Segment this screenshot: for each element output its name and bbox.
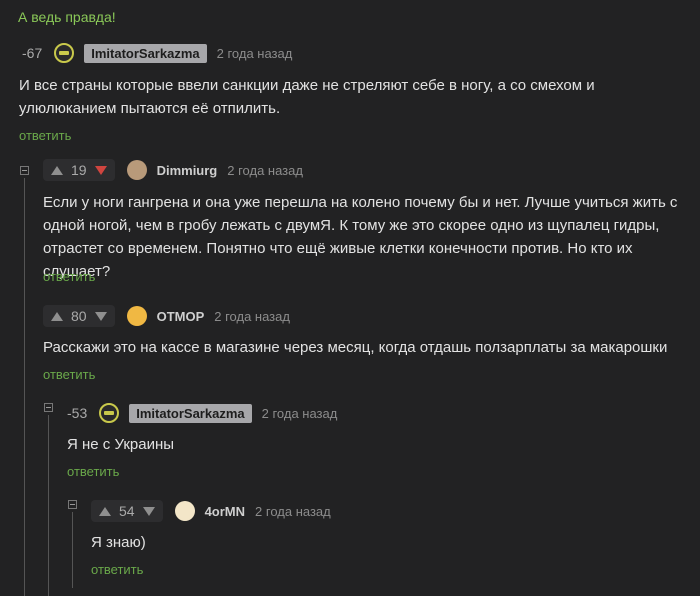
comment-score: 19: [71, 162, 87, 178]
parent-post-link[interactable]: А ведь правда!: [18, 9, 116, 25]
avatar-icon: [104, 411, 115, 415]
user-avatar[interactable]: [99, 403, 120, 423]
vote-control: 19: [43, 159, 115, 181]
comment-text: Если у ноги гангрена и она уже перешла н…: [43, 194, 678, 280]
author-name[interactable]: ImitatorSarkazma: [129, 403, 252, 423]
comment-header: 54 4orMN 2 года назад: [91, 499, 331, 523]
comment-header: 19 Dimmiurg 2 года назад: [43, 158, 303, 182]
vote-control: 80: [43, 305, 115, 327]
author-name[interactable]: 4orMN: [205, 504, 245, 519]
user-avatar[interactable]: [54, 43, 75, 63]
user-avatar[interactable]: [174, 501, 195, 521]
vote-control: 54: [91, 500, 163, 522]
comment-score: -53: [67, 405, 88, 421]
author-name[interactable]: Dimmiurg: [157, 163, 218, 178]
upvote-icon[interactable]: [99, 506, 111, 516]
reply-link[interactable]: ответить: [91, 562, 143, 577]
author-name[interactable]: ImitatorSarkazma: [84, 43, 207, 63]
thread-line[interactable]: [72, 512, 73, 588]
comment-score: 54: [119, 503, 135, 519]
upvote-icon[interactable]: [51, 165, 63, 175]
comment-header: 80 ОТМОР 2 года назад: [43, 304, 290, 328]
collapse-toggle-icon[interactable]: [68, 500, 77, 509]
comment-score: -67: [22, 45, 43, 61]
reply-link[interactable]: ответить: [67, 464, 119, 479]
thread-line[interactable]: [48, 415, 49, 596]
reply-link[interactable]: ответить: [43, 269, 95, 284]
comment-text: И все страны которые ввели санкции даже …: [19, 77, 595, 117]
author-name[interactable]: ОТМОР: [157, 309, 205, 324]
downvote-icon[interactable]: [142, 506, 155, 516]
avatar-icon: [59, 51, 70, 55]
upvote-icon[interactable]: [51, 311, 63, 321]
collapse-toggle-icon[interactable]: [20, 166, 29, 175]
comment-time[interactable]: 2 года назад: [217, 46, 293, 61]
comment-time[interactable]: 2 года назад: [262, 406, 338, 421]
comment-text: Я знаю): [91, 534, 146, 551]
comment-score: 80: [71, 308, 87, 324]
comment-time[interactable]: 2 года назад: [255, 504, 331, 519]
comment-time[interactable]: 2 года назад: [227, 163, 303, 178]
collapse-toggle-icon[interactable]: [44, 403, 53, 412]
reply-link[interactable]: ответить: [43, 367, 95, 382]
user-avatar[interactable]: [126, 306, 147, 326]
downvote-icon[interactable]: [94, 311, 107, 321]
comment-text: Я не с Украины: [67, 436, 175, 453]
comment-header: -67 ImitatorSarkazma 2 года назад: [22, 41, 292, 65]
user-avatar[interactable]: [126, 160, 147, 180]
comment-text: Расскажи это на кассе в магазине через м…: [43, 339, 668, 356]
comment-time[interactable]: 2 года назад: [214, 309, 290, 324]
downvote-icon[interactable]: [94, 165, 107, 175]
thread-line[interactable]: [24, 178, 25, 596]
reply-link[interactable]: ответить: [19, 128, 71, 143]
comment-header: -53 ImitatorSarkazma 2 года назад: [67, 401, 337, 425]
